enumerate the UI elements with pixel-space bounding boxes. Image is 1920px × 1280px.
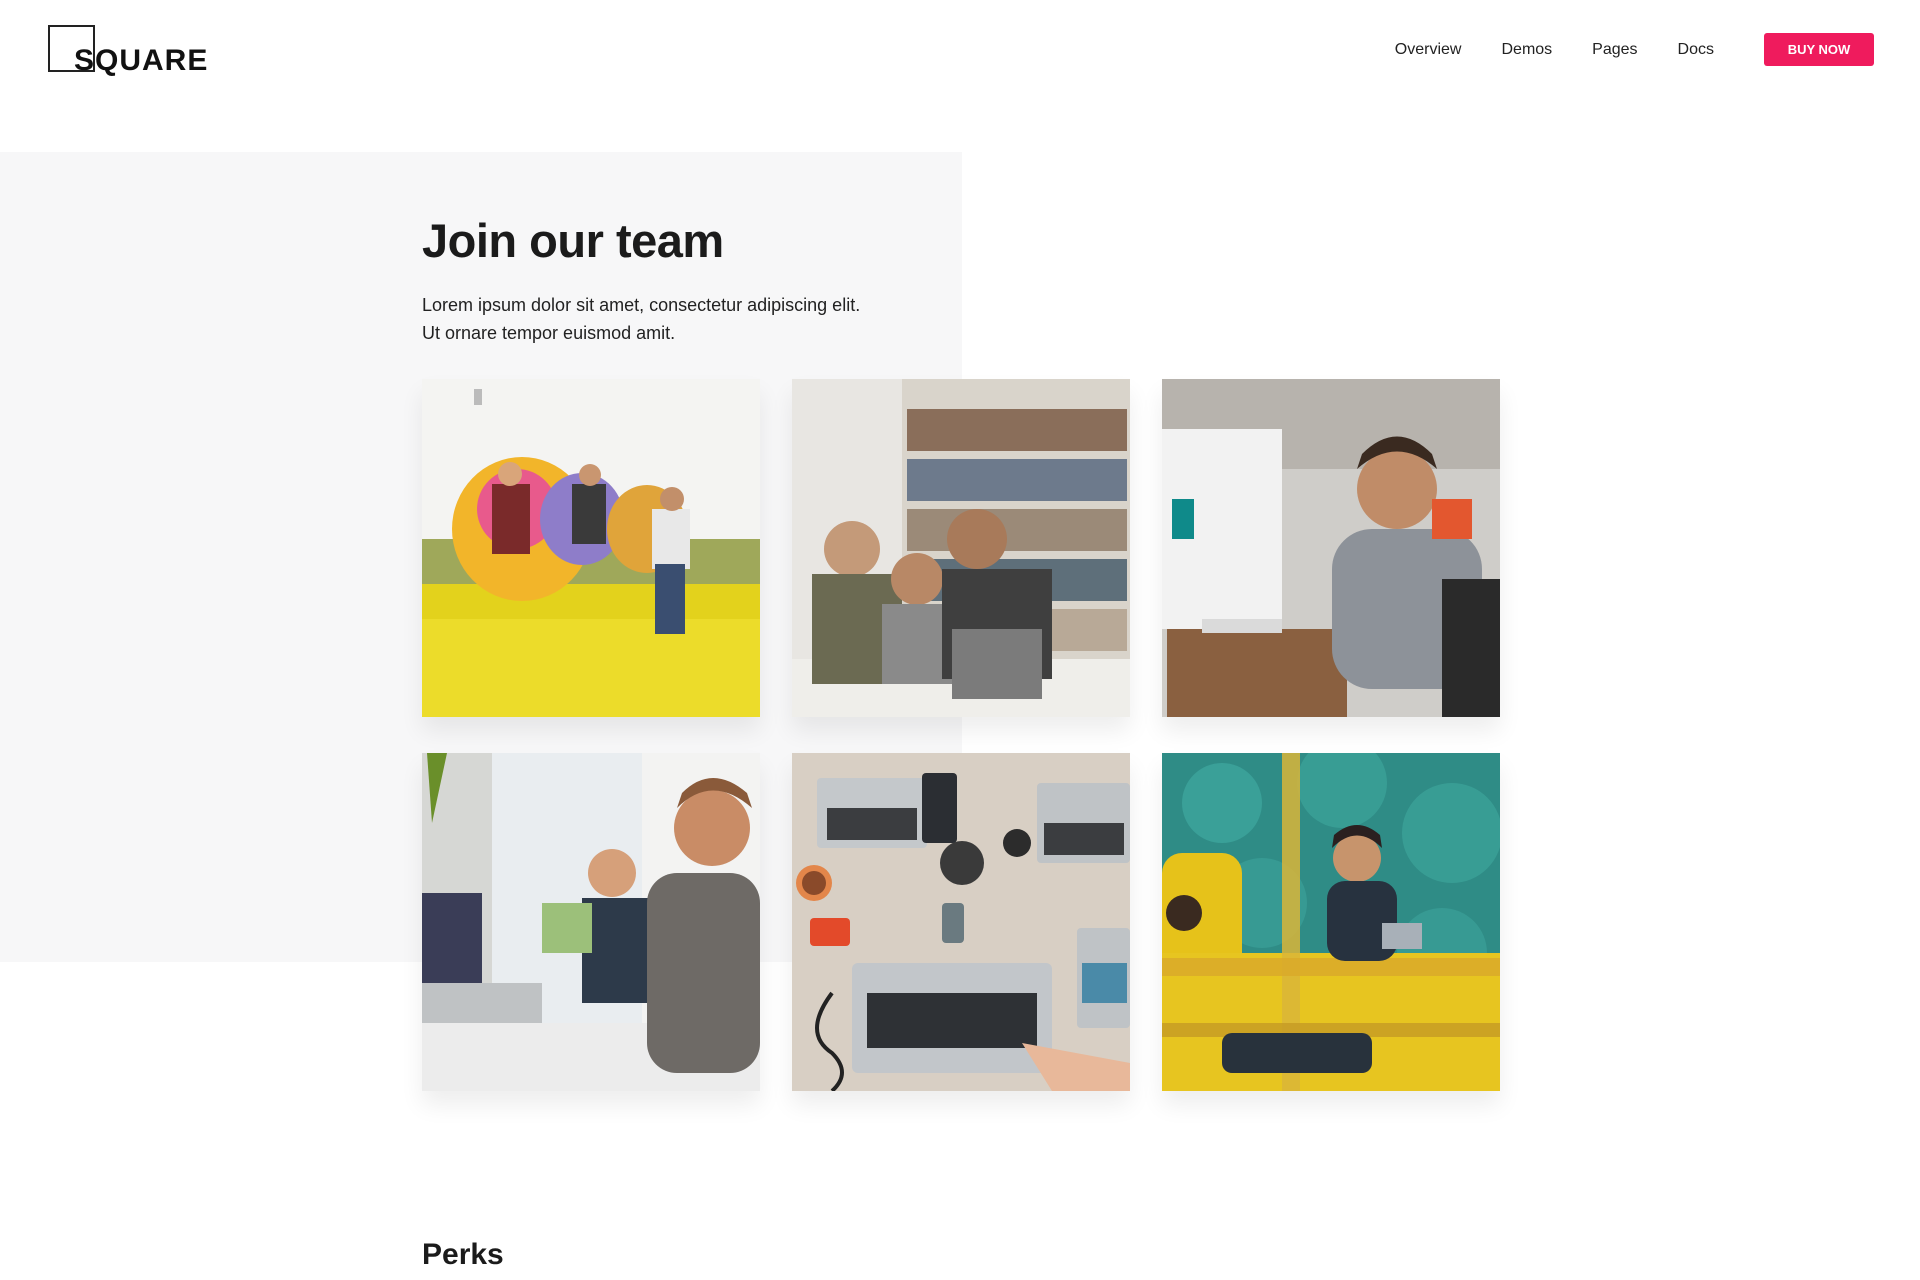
photo-man-yellow-lounge: [1162, 753, 1500, 1091]
intro-line-1: Lorem ipsum dolor sit amet, consectetur …: [422, 295, 861, 315]
logo-text: SQUARE: [74, 44, 209, 77]
logo[interactable]: SQUARE: [48, 25, 218, 77]
buy-now-button[interactable]: BUY NOW: [1764, 33, 1874, 66]
photo-man-imac: [1162, 379, 1500, 717]
nav-docs[interactable]: Docs: [1678, 38, 1714, 62]
photo-desk-overhead: [792, 753, 1130, 1091]
photo-friends-jumping: [422, 379, 760, 717]
nav-overview[interactable]: Overview: [1395, 38, 1462, 62]
intro-text: Lorem ipsum dolor sit amet, consectetur …: [422, 291, 942, 347]
nav-demos[interactable]: Demos: [1501, 38, 1552, 62]
team-photo-grid: [422, 379, 1501, 1091]
perks-heading: Perks: [422, 1238, 504, 1271]
main-nav: Overview Demos Pages Docs: [1395, 38, 1714, 62]
nav-pages[interactable]: Pages: [1592, 38, 1637, 62]
photo-team-library: [792, 379, 1130, 717]
site-header: SQUARE Overview Demos Pages Docs BUY NOW: [0, 0, 1920, 120]
intro-line-2: Ut ornare tempor euismod amit.: [422, 323, 676, 343]
page-title: Join our team: [422, 214, 724, 267]
photo-men-coding: [422, 753, 760, 1091]
